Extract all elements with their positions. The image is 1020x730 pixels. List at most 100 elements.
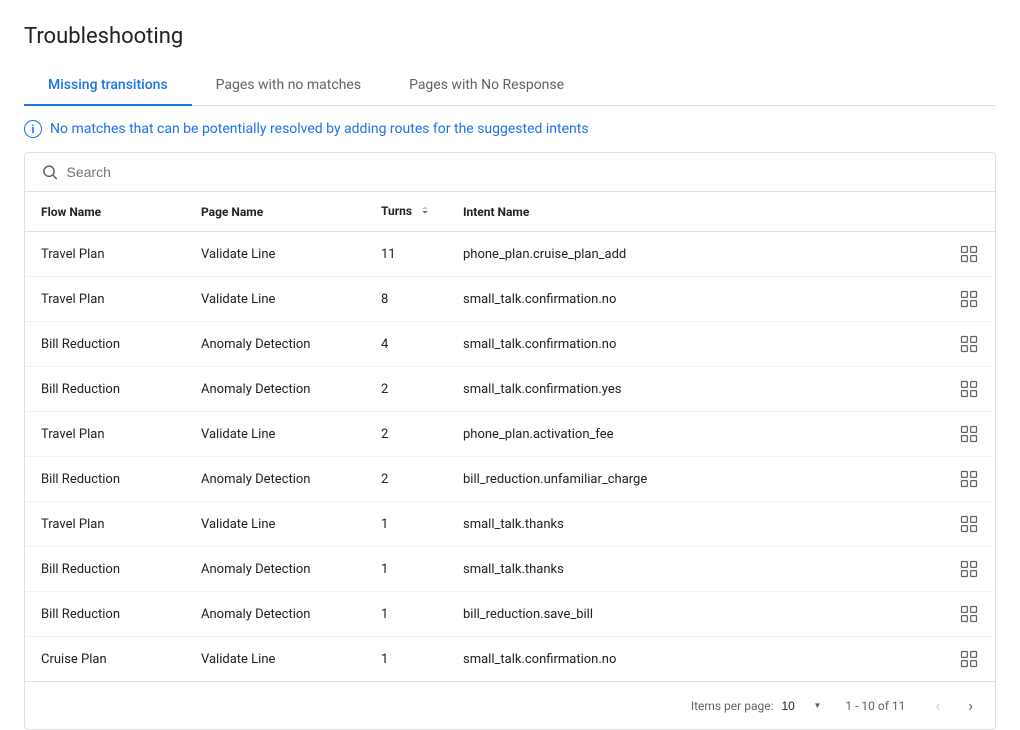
cell-flow: Travel Plan <box>25 277 185 322</box>
cell-action <box>943 592 995 637</box>
cell-page: Validate Line <box>185 412 365 457</box>
cell-action <box>943 547 995 592</box>
tabs-container: Missing transitions Pages with no matche… <box>24 65 996 106</box>
col-header-action <box>943 192 995 232</box>
table-row: Bill Reduction Anomaly Detection 1 bill_… <box>25 592 995 637</box>
search-icon <box>41 163 59 181</box>
cell-action <box>943 412 995 457</box>
table-row: Travel Plan Validate Line 8 small_talk.c… <box>25 277 995 322</box>
cell-flow: Travel Plan <box>25 502 185 547</box>
cell-intent: bill_reduction.unfamiliar_charge <box>447 457 943 502</box>
cell-action <box>943 277 995 322</box>
per-page-wrapper: 10 25 50 <box>781 699 821 713</box>
cell-page: Validate Line <box>185 277 365 322</box>
cell-flow: Bill Reduction <box>25 457 185 502</box>
cell-intent: small_talk.thanks <box>447 547 943 592</box>
cell-turns: 1 <box>365 502 447 547</box>
col-header-page: Page Name <box>185 192 365 232</box>
tab-pages-no-matches[interactable]: Pages with no matches <box>192 65 385 105</box>
cell-flow: Cruise Plan <box>25 637 185 682</box>
page-title: Troubleshooting <box>24 24 996 49</box>
cell-flow: Bill Reduction <box>25 322 185 367</box>
cell-intent: small_talk.confirmation.no <box>447 322 943 367</box>
cell-action <box>943 457 995 502</box>
row-action-icon[interactable] <box>959 469 979 489</box>
table-row: Bill Reduction Anomaly Detection 1 small… <box>25 547 995 592</box>
row-action-icon[interactable] <box>959 289 979 309</box>
tab-pages-no-response[interactable]: Pages with No Response <box>385 65 588 105</box>
cell-action <box>943 637 995 682</box>
cell-action <box>943 367 995 412</box>
page-range-info: 1 - 10 of 11 <box>845 699 905 713</box>
table-row: Bill Reduction Anomaly Detection 2 small… <box>25 367 995 412</box>
row-action-icon[interactable] <box>959 334 979 354</box>
data-table: Flow Name Page Name Turns Intent Name Tr… <box>25 192 995 681</box>
cell-turns: 1 <box>365 547 447 592</box>
prev-page-button[interactable]: ‹ <box>929 692 946 719</box>
search-row <box>25 153 995 192</box>
cell-page: Validate Line <box>185 232 365 277</box>
row-action-icon[interactable] <box>959 379 979 399</box>
table-wrapper: Flow Name Page Name Turns Intent Name Tr… <box>24 152 996 730</box>
cell-intent: small_talk.confirmation.no <box>447 277 943 322</box>
cell-action <box>943 502 995 547</box>
cell-intent: small_talk.confirmation.yes <box>447 367 943 412</box>
cell-flow: Travel Plan <box>25 412 185 457</box>
cell-flow: Bill Reduction <box>25 592 185 637</box>
items-per-page-label: Items per page: <box>691 699 774 713</box>
cell-flow: Bill Reduction <box>25 367 185 412</box>
row-action-icon[interactable] <box>959 514 979 534</box>
sort-turns-icon <box>419 204 431 219</box>
cell-action <box>943 232 995 277</box>
col-header-flow: Flow Name <box>25 192 185 232</box>
pagination-row: Items per page: 10 25 50 1 - 10 of 11 ‹ … <box>25 681 995 729</box>
row-action-icon[interactable] <box>959 604 979 624</box>
cell-intent: bill_reduction.save_bill <box>447 592 943 637</box>
table-row: Travel Plan Validate Line 1 small_talk.t… <box>25 502 995 547</box>
info-bar: i No matches that can be potentially res… <box>24 106 996 152</box>
next-page-button[interactable]: › <box>962 692 979 719</box>
row-action-icon[interactable] <box>959 559 979 579</box>
cell-turns: 2 <box>365 457 447 502</box>
cell-action <box>943 322 995 367</box>
items-per-page-container: Items per page: 10 25 50 <box>691 699 822 713</box>
table-body: Travel Plan Validate Line 11 phone_plan.… <box>25 232 995 682</box>
cell-intent: small_talk.confirmation.no <box>447 637 943 682</box>
cell-turns: 1 <box>365 592 447 637</box>
cell-flow: Bill Reduction <box>25 547 185 592</box>
cell-page: Anomaly Detection <box>185 547 365 592</box>
row-action-icon[interactable] <box>959 244 979 264</box>
row-action-icon[interactable] <box>959 424 979 444</box>
table-header-row: Flow Name Page Name Turns Intent Name <box>25 192 995 232</box>
cell-turns: 2 <box>365 367 447 412</box>
cell-page: Validate Line <box>185 637 365 682</box>
cell-page: Anomaly Detection <box>185 322 365 367</box>
cell-flow: Travel Plan <box>25 232 185 277</box>
per-page-select[interactable]: 10 25 50 <box>781 699 811 713</box>
cell-intent: small_talk.thanks <box>447 502 943 547</box>
cell-page: Anomaly Detection <box>185 592 365 637</box>
cell-page: Anomaly Detection <box>185 457 365 502</box>
col-header-turns[interactable]: Turns <box>365 192 447 232</box>
cell-turns: 11 <box>365 232 447 277</box>
cell-turns: 4 <box>365 322 447 367</box>
cell-turns: 8 <box>365 277 447 322</box>
search-input[interactable] <box>67 164 979 180</box>
info-message: No matches that can be potentially resol… <box>50 121 589 137</box>
tab-missing-transitions[interactable]: Missing transitions <box>24 65 192 105</box>
cell-turns: 2 <box>365 412 447 457</box>
cell-intent: phone_plan.activation_fee <box>447 412 943 457</box>
info-icon: i <box>24 120 42 138</box>
cell-turns: 1 <box>365 637 447 682</box>
table-row: Bill Reduction Anomaly Detection 4 small… <box>25 322 995 367</box>
table-row: Cruise Plan Validate Line 1 small_talk.c… <box>25 637 995 682</box>
cell-page: Validate Line <box>185 502 365 547</box>
page-container: Troubleshooting Missing transitions Page… <box>0 0 1020 730</box>
cell-intent: phone_plan.cruise_plan_add <box>447 232 943 277</box>
cell-page: Anomaly Detection <box>185 367 365 412</box>
table-row: Travel Plan Validate Line 2 phone_plan.a… <box>25 412 995 457</box>
row-action-icon[interactable] <box>959 649 979 669</box>
table-row: Bill Reduction Anomaly Detection 2 bill_… <box>25 457 995 502</box>
col-header-intent: Intent Name <box>447 192 943 232</box>
table-row: Travel Plan Validate Line 11 phone_plan.… <box>25 232 995 277</box>
